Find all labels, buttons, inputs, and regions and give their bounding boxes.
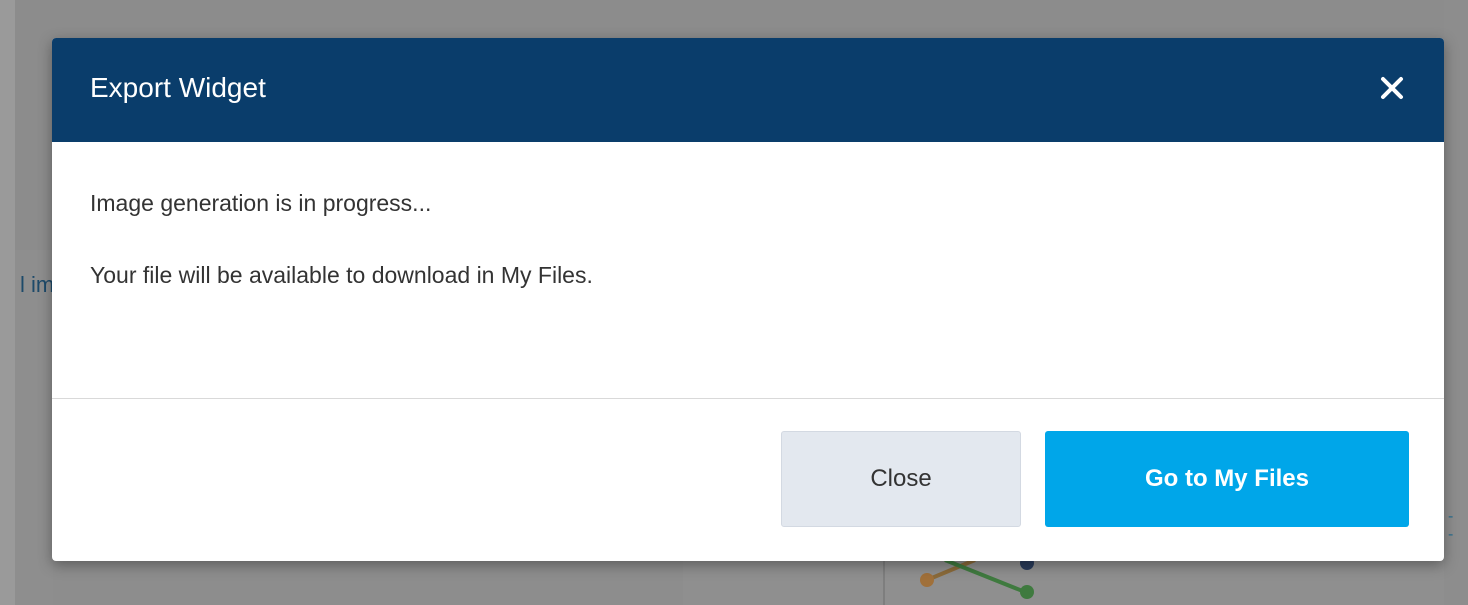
progress-message: Image generation is in progress... [90, 190, 432, 216]
background-bottom-panel [683, 560, 883, 605]
close-icon[interactable] [1372, 68, 1412, 108]
background-peek-text: l im [20, 272, 55, 297]
dialog-body: Image generation is in progress... Your … [52, 142, 1444, 398]
background-left-panel [15, 250, 53, 605]
go-to-my-files-button[interactable]: Go to My Files [1045, 431, 1409, 527]
export-widget-dialog: Export Widget Image generation is in pro… [52, 38, 1444, 561]
dialog-footer: Close Go to My Files [52, 399, 1444, 561]
chart-widget-icon [920, 556, 1034, 599]
dialog-header: Export Widget [52, 38, 1444, 142]
availability-message: Your file will be available to download … [90, 262, 593, 288]
background-bottom-panel [53, 560, 683, 605]
close-button[interactable]: Close [781, 431, 1021, 527]
background-dashes: - - [1448, 508, 1457, 543]
background-left-edge [0, 0, 15, 605]
dialog-title: Export Widget [90, 72, 266, 103]
